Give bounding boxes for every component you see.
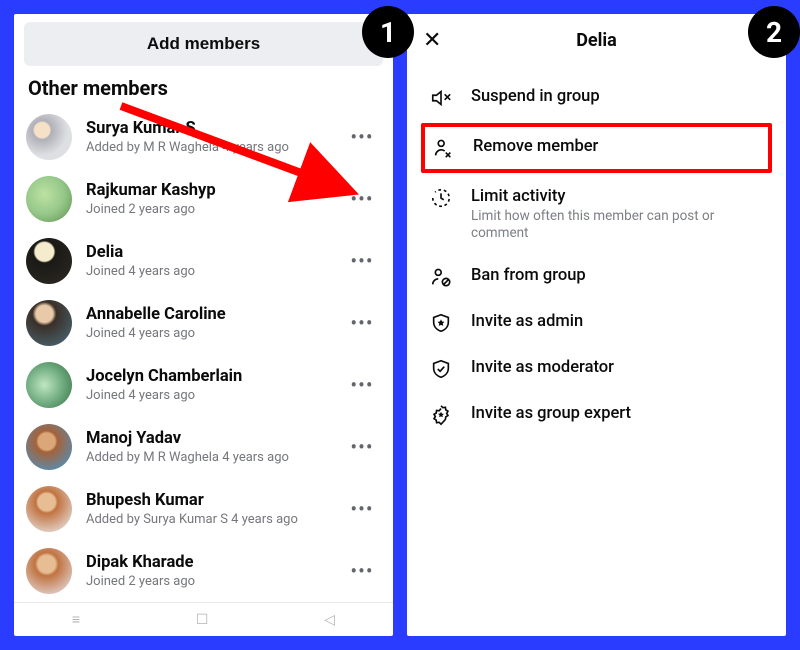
- list-item[interactable]: Annabelle Caroline Joined 4 years ago ••…: [14, 292, 393, 354]
- action-limit-activity[interactable]: Limit activity Limit how often this memb…: [421, 175, 772, 254]
- member-actions-sheet: ✕ Delia Suspend in group Remove member: [407, 14, 786, 636]
- member-name: Surya Kumar S: [86, 119, 347, 139]
- more-options-icon[interactable]: •••: [347, 249, 377, 273]
- list-item[interactable]: Delia Joined 4 years ago •••: [14, 230, 393, 292]
- badge-star-icon: [427, 404, 455, 426]
- member-name: Delia: [86, 243, 347, 263]
- member-sub: Added by Surya Kumar S 4 years ago: [86, 512, 347, 527]
- action-invite-admin[interactable]: Invite as admin: [421, 300, 772, 346]
- nav-home-icon[interactable]: ☐: [196, 612, 209, 628]
- avatar: [26, 300, 72, 346]
- action-invite-moderator[interactable]: Invite as moderator: [421, 346, 772, 392]
- more-options-icon[interactable]: •••: [347, 373, 377, 397]
- action-remove-member[interactable]: Remove member: [421, 123, 772, 173]
- list-item[interactable]: Dipak Kharade Joined 2 years ago •••: [14, 540, 393, 602]
- person-remove-icon: [429, 137, 457, 159]
- section-other-members: Other members: [14, 74, 393, 106]
- members-list: Surya Kumar S Added by M R Waghela 4 yea…: [14, 106, 393, 602]
- history-icon: [427, 187, 455, 209]
- nav-back-icon[interactable]: ◁: [324, 612, 335, 628]
- member-sub: Added by M R Waghela 4 years ago: [86, 140, 347, 155]
- action-label: Limit activity: [471, 187, 766, 206]
- close-icon[interactable]: ✕: [423, 28, 451, 53]
- action-suspend[interactable]: Suspend in group: [421, 75, 772, 121]
- action-label: Invite as moderator: [471, 358, 766, 377]
- list-item[interactable]: Rajkumar Kashyp Joined 2 years ago •••: [14, 168, 393, 230]
- action-label: Suspend in group: [471, 87, 766, 106]
- member-name: Manoj Yadav: [86, 429, 347, 449]
- shield-star-icon: [427, 312, 455, 334]
- action-ban[interactable]: Ban from group: [421, 254, 772, 300]
- member-sub: Joined 2 years ago: [86, 574, 347, 589]
- avatar: [26, 486, 72, 532]
- add-members-button[interactable]: Add members: [24, 22, 383, 66]
- more-options-icon[interactable]: •••: [347, 435, 377, 459]
- more-options-icon[interactable]: •••: [347, 311, 377, 335]
- list-item[interactable]: Surya Kumar S Added by M R Waghela 4 yea…: [14, 106, 393, 168]
- android-nav-bar: ≡ ☐ ◁: [14, 602, 393, 636]
- member-sub: Joined 4 years ago: [86, 388, 347, 403]
- avatar: [26, 238, 72, 284]
- member-sub: Joined 4 years ago: [86, 264, 347, 279]
- member-name: Jocelyn Chamberlain: [86, 367, 347, 387]
- nav-recent-icon[interactable]: ≡: [72, 611, 80, 628]
- member-sub: Joined 4 years ago: [86, 326, 347, 341]
- list-item[interactable]: Jocelyn Chamberlain Joined 4 years ago •…: [14, 354, 393, 416]
- action-label: Ban from group: [471, 266, 766, 285]
- speaker-mute-icon: [427, 87, 455, 109]
- member-name: Bhupesh Kumar: [86, 491, 347, 511]
- sheet-title: Delia: [451, 30, 770, 51]
- action-label: Invite as group expert: [471, 404, 766, 423]
- list-item[interactable]: Bhupesh Kumar Added by Surya Kumar S 4 y…: [14, 478, 393, 540]
- step-badge-1: 1: [362, 6, 414, 58]
- step-badge-2: 2: [748, 6, 800, 58]
- action-invite-expert[interactable]: Invite as group expert: [421, 392, 772, 438]
- action-subtext: Limit how often this member can post or …: [471, 208, 766, 242]
- more-options-icon[interactable]: •••: [347, 497, 377, 521]
- member-sub: Joined 2 years ago: [86, 202, 347, 217]
- avatar: [26, 176, 72, 222]
- action-label: Remove member: [473, 137, 764, 156]
- avatar: [26, 548, 72, 594]
- more-options-icon[interactable]: •••: [347, 559, 377, 583]
- avatar: [26, 424, 72, 470]
- member-name: Annabelle Caroline: [86, 305, 347, 325]
- more-options-icon[interactable]: •••: [347, 125, 377, 149]
- list-item[interactable]: Manoj Yadav Added by M R Waghela 4 years…: [14, 416, 393, 478]
- member-name: Dipak Kharade: [86, 553, 347, 573]
- avatar: [26, 114, 72, 160]
- avatar: [26, 362, 72, 408]
- action-list: Suspend in group Remove member Limit act…: [407, 61, 786, 438]
- action-label: Invite as admin: [471, 312, 766, 331]
- more-options-icon[interactable]: •••: [347, 187, 377, 211]
- member-name: Rajkumar Kashyp: [86, 181, 347, 201]
- person-ban-icon: [427, 266, 455, 288]
- member-sub: Added by M R Waghela 4 years ago: [86, 450, 347, 465]
- shield-check-icon: [427, 358, 455, 380]
- members-panel: Add members Other members Surya Kumar S …: [14, 14, 393, 636]
